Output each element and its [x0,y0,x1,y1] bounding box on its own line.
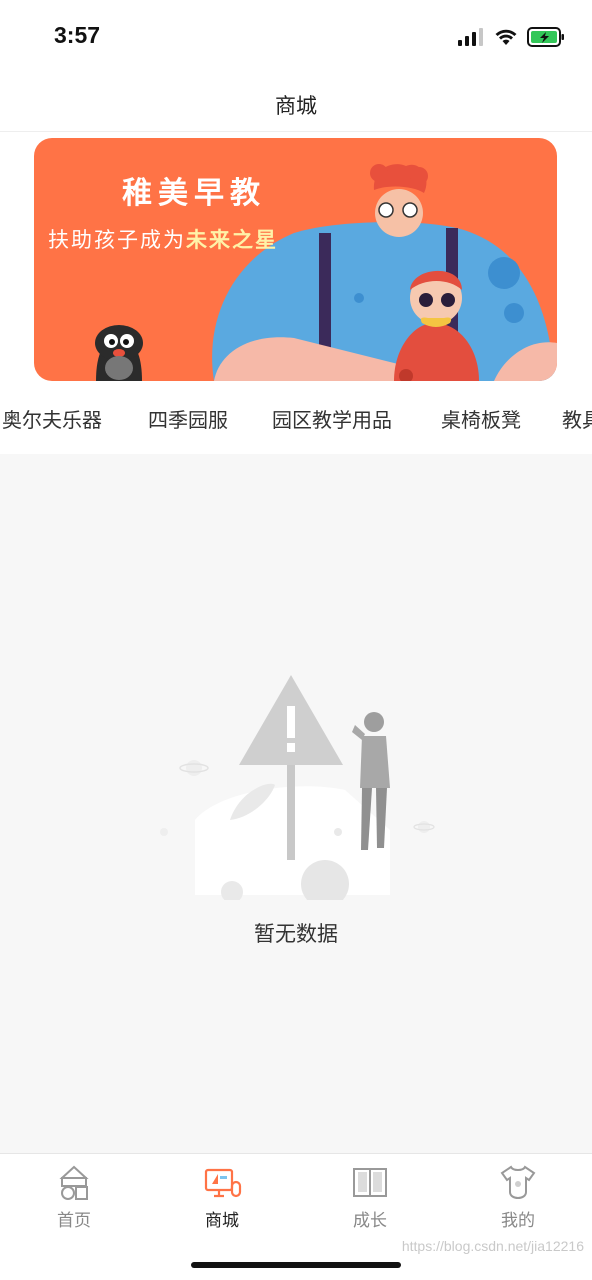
tab-home-label: 首页 [57,1211,91,1231]
book-icon [353,1168,387,1197]
banner-subtitle: 扶助孩子成为未来之星 [48,224,278,254]
category-tabs: 奥尔夫乐器 四季园服 园区教学用品 桌椅板凳 教具 [0,382,592,454]
shop-monitor-icon [204,1168,242,1198]
home-indicator[interactable] [191,1262,401,1268]
home-blocks-icon [59,1165,89,1200]
tab-shop[interactable]: 商城 [162,1162,282,1236]
watermark: https://blog.csdn.net/jia12216 [401,1238,584,1254]
status-time: 3:57 [54,22,101,48]
category-tab[interactable]: 教具 [562,404,592,433]
product-list-area: 暂无数据 [0,454,592,1154]
tab-mine[interactable]: 我的 [458,1162,578,1236]
tab-home[interactable]: 首页 [14,1162,134,1236]
status-bar: 3:57 [0,0,592,78]
category-tab[interactable]: 桌椅板凳 [441,404,521,433]
tab-growth-label: 成长 [353,1211,387,1231]
category-tab[interactable]: 园区教学用品 [272,404,392,433]
empty-state-message: 暂无数据 [254,922,338,946]
banner-title: 稚美早教 [122,176,266,211]
signal-icon [458,28,483,46]
tab-mine-label: 我的 [501,1211,535,1231]
category-tab[interactable]: 四季园服 [148,404,228,433]
banner-subtitle-highlight: 未来之星 [186,227,278,252]
category-tab[interactable]: 奥尔夫乐器 [2,404,102,433]
tab-shop-label: 商城 [205,1211,239,1231]
banner-illustration [95,164,557,381]
tab-growth[interactable]: 成长 [310,1162,430,1236]
baby-clothes-icon [500,1165,536,1200]
empty-state-illustration [160,675,435,900]
wifi-icon [495,29,517,45]
battery-charging-icon [527,27,564,47]
bottom-tab-bar: 首页 商城 成长 我的 https://blog.csdn.net/jia122… [0,1153,592,1280]
navigation-bar: 商城 [0,78,592,132]
banner-section: 稚美早教 扶助孩子成为未来之星 [0,132,592,382]
page-title: 商城 [275,94,317,118]
promo-banner[interactable]: 稚美早教 扶助孩子成为未来之星 [34,138,557,381]
banner-subtitle-prefix: 扶助孩子成为 [48,228,186,252]
